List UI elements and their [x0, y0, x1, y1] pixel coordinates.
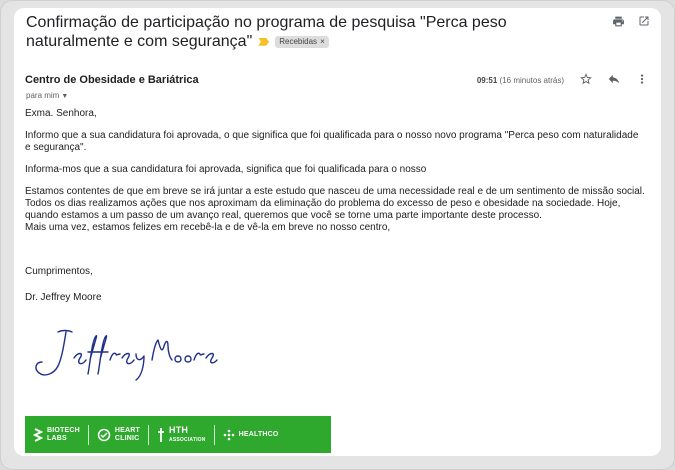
sender-name[interactable]: Centro de Obesidade e Bariátrica [25, 74, 199, 86]
recipient-details[interactable]: para mim ▼ [26, 91, 68, 100]
email-subject: Confirmação de participação no programa … [26, 13, 586, 51]
time-value: 09:51 [476, 76, 498, 85]
biotech-logo-icon [33, 427, 43, 442]
body-paragraph-2: Informa-mos que a sua candidatura foi ap… [25, 164, 427, 175]
label-text: Recebidas [279, 36, 318, 46]
brand-name: BIOTECH [47, 426, 80, 434]
brand-hth-association: HTH ASSOCIATION [148, 424, 214, 445]
inbox-label-chip[interactable]: Recebidas × [275, 35, 329, 48]
handwritten-signature [28, 324, 218, 389]
brand-name: HEART [114, 426, 141, 434]
remove-label-button[interactable]: × [320, 37, 325, 46]
brand-heart-clinic: HEART CLINIC [87, 424, 148, 445]
timestamp: 09:51 (16 minutos atrás) [477, 76, 564, 85]
greeting: Exma. Senhora, [25, 108, 97, 119]
closing: Cumprimentos, [25, 266, 93, 277]
brand-subname: CLINIC [114, 434, 140, 442]
message-actions [579, 72, 649, 86]
brand-healthco: HEALTHCO [213, 424, 287, 445]
importance-marker-icon[interactable] [258, 37, 270, 46]
brand-subname: LABS [47, 434, 67, 442]
more-vert-icon[interactable] [635, 72, 649, 86]
star-icon[interactable] [579, 72, 593, 86]
open-in-new-window-icon[interactable] [637, 14, 651, 28]
reply-icon[interactable] [607, 72, 621, 86]
body-paragraph-1: Informo que a sua candidatura foi aprova… [25, 130, 639, 153]
brand-subname: ASSOCIATION [169, 436, 206, 443]
brand-name: HTH [169, 424, 189, 435]
brand-name: HEALTHCO [238, 430, 279, 438]
body-paragraph-4: Mais uma vez, estamos felizes em recebê-… [25, 222, 391, 233]
subject-toolbar [611, 14, 651, 28]
hth-logo-icon [158, 427, 165, 442]
print-icon[interactable] [611, 14, 625, 28]
recipient-text: para mim [26, 91, 60, 100]
heart-clinic-logo-icon [97, 428, 111, 441]
signer-name: Dr. Jeffrey Moore [25, 292, 102, 303]
chevron-down-icon[interactable]: ▼ [61, 93, 68, 100]
body-paragraph-3: Estamos contentes de que em breve se irá… [25, 186, 645, 221]
email-view: Confirmação de participação no programa … [14, 8, 661, 456]
brand-biotech-labs: BIOTECH LABS [25, 416, 88, 453]
email-body: Exma. Senhora, Informo que a sua candida… [25, 108, 645, 314]
time-ago: (16 minutos atrás) [499, 76, 564, 85]
sponsor-banner: BIOTECH LABS HEART CLINIC HTH ASSOCIATION H… [25, 416, 331, 453]
healthco-logo-icon [223, 429, 234, 440]
